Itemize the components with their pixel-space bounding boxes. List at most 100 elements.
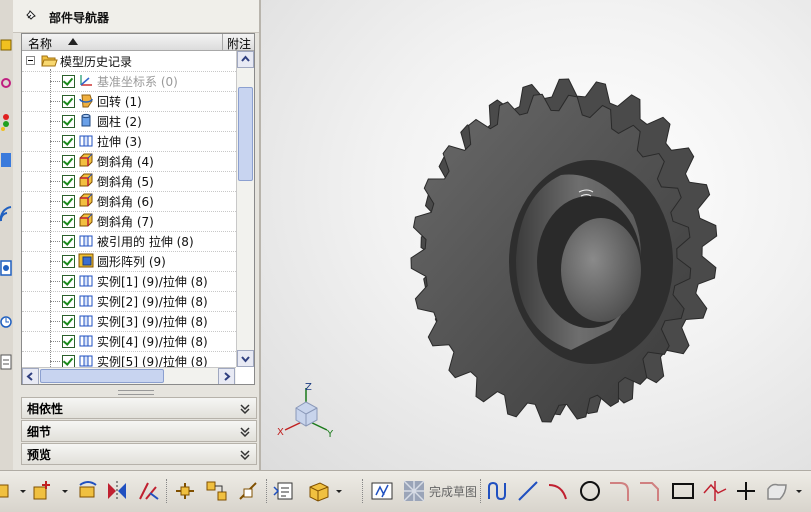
attachment-column-header[interactable]: 附注 <box>227 35 251 52</box>
line-icon[interactable] <box>516 479 540 503</box>
reattach-icon[interactable] <box>272 479 298 503</box>
tree-row-6[interactable]: 倒斜角 (6) <box>22 191 236 212</box>
feature-tree[interactable]: 名称 附注 模型历史记录 基准坐标系 (0) 回转 (1) 圆柱 (2) 拉伸 … <box>21 33 255 385</box>
chamfer-icon <box>79 193 93 207</box>
sketch-name-icon[interactable] <box>370 479 396 503</box>
column-header: 名称 附注 <box>22 34 254 51</box>
sketch-icon[interactable] <box>0 479 18 503</box>
polygon-icon[interactable] <box>702 479 728 503</box>
chamfer-icon <box>79 213 93 227</box>
studio-spline-icon[interactable] <box>764 479 790 503</box>
collapse-icon[interactable] <box>26 56 35 65</box>
chamfer-curve-icon[interactable] <box>638 479 662 503</box>
point-icon[interactable] <box>734 479 758 503</box>
revolve-icon <box>79 94 93 108</box>
extrude-icon <box>79 315 93 327</box>
tree-row-2[interactable]: 圆柱 (2) <box>22 111 236 132</box>
dropdown-arrow-icon[interactable] <box>60 479 70 503</box>
finish-sketch-icon[interactable] <box>402 479 426 503</box>
add-component-icon[interactable] <box>30 479 56 503</box>
dropdown-arrow-icon[interactable] <box>794 479 804 503</box>
chevron-down-icon[interactable] <box>238 447 252 461</box>
profile-icon[interactable] <box>486 479 510 503</box>
history-tab-icon[interactable] <box>0 258 12 278</box>
visibility-checkbox[interactable] <box>62 195 75 208</box>
pin-icon[interactable] <box>25 9 37 21</box>
chamfer-icon <box>79 153 93 167</box>
dropdown-arrow-icon[interactable] <box>334 479 344 503</box>
visibility-checkbox[interactable] <box>62 255 75 268</box>
tree-row-13[interactable]: 实例[4] (9)/拉伸 (8) <box>22 331 236 352</box>
horizontal-scroll-thumb[interactable] <box>40 369 164 383</box>
visibility-checkbox[interactable] <box>62 295 75 308</box>
vertical-scroll-thumb[interactable] <box>238 87 253 181</box>
display-constraints-icon[interactable] <box>236 479 260 503</box>
visibility-checkbox[interactable] <box>62 315 75 328</box>
panel-splitter[interactable] <box>118 390 154 395</box>
system-materials-tab-icon[interactable] <box>0 312 12 332</box>
visibility-checkbox[interactable] <box>62 355 75 367</box>
visibility-checkbox[interactable] <box>62 135 75 148</box>
create-inferred-constraints-icon[interactable] <box>306 479 332 503</box>
visibility-checkbox[interactable] <box>62 115 75 128</box>
auto-constrain-icon[interactable] <box>204 479 230 503</box>
visibility-checkbox[interactable] <box>62 175 75 188</box>
visibility-checkbox[interactable] <box>62 155 75 168</box>
tree-row-label: 实例[4] (9)/拉伸 (8) <box>97 335 208 349</box>
view-triad[interactable]: Z X Y <box>277 382 334 440</box>
visibility-checkbox[interactable] <box>62 275 75 288</box>
tree-row-4[interactable]: 倒斜角 (4) <box>22 151 236 172</box>
chevron-down-icon[interactable] <box>238 424 252 438</box>
tree-row-12[interactable]: 实例[3] (9)/拉伸 (8) <box>22 311 236 332</box>
visibility-checkbox[interactable] <box>62 235 75 248</box>
tree-row-8[interactable]: 被引用的 拉伸 (8) <box>22 231 236 252</box>
trim-curve-icon[interactable] <box>136 479 160 503</box>
tree-row-5[interactable]: 倒斜角 (5) <box>22 171 236 192</box>
details-section[interactable]: 细节 <box>21 420 257 442</box>
graphics-viewport[interactable]: Z X Y <box>261 0 811 470</box>
scroll-up-icon[interactable] <box>237 51 254 68</box>
tree-row-10[interactable]: 实例[1] (9)/拉伸 (8) <box>22 271 236 292</box>
rectangle-icon[interactable] <box>670 479 696 503</box>
horizontal-scrollbar[interactable] <box>22 367 236 384</box>
constraint-icon[interactable] <box>172 479 198 503</box>
reuse-library-tab-icon[interactable] <box>0 150 12 170</box>
cylinder-icon <box>81 113 91 127</box>
dependencies-section[interactable]: 相依性 <box>21 397 257 419</box>
vertical-scrollbar[interactable] <box>236 51 254 367</box>
mirror-curve-icon[interactable] <box>104 479 130 503</box>
tree-row-3[interactable]: 拉伸 (3) <box>22 131 236 152</box>
tree-row-11[interactable]: 实例[2] (9)/拉伸 (8) <box>22 291 236 312</box>
name-column-label: 名称 <box>28 37 53 51</box>
assembly-navigator-tab-icon[interactable] <box>0 74 12 94</box>
roles-tab-icon[interactable] <box>0 352 12 372</box>
fillet-icon[interactable] <box>608 479 632 503</box>
name-column-header[interactable]: 名称 <box>22 34 223 51</box>
sprocket-model[interactable]: Z X Y <box>261 0 811 470</box>
tree-row-label: 倒斜角 (4) <box>97 155 154 169</box>
chevron-down-icon[interactable] <box>238 401 252 415</box>
arc-icon[interactable] <box>546 479 570 503</box>
visibility-checkbox[interactable] <box>62 75 75 88</box>
tree-row-7[interactable]: 倒斜角 (7) <box>22 211 236 232</box>
tree-row-14[interactable]: 实例[5] (9)/拉伸 (8) <box>22 351 236 367</box>
scroll-right-icon[interactable] <box>218 368 235 385</box>
scroll-left-icon[interactable] <box>22 368 39 385</box>
preview-section[interactable]: 预览 <box>21 443 257 465</box>
part-navigator-tab-icon[interactable] <box>0 36 12 56</box>
dropdown-arrow-icon[interactable] <box>18 479 28 503</box>
tree-root-row[interactable]: 模型历史记录 <box>22 51 236 72</box>
visibility-checkbox[interactable] <box>62 95 75 108</box>
visibility-checkbox[interactable] <box>62 215 75 228</box>
tree-row-1[interactable]: 回转 (1) <box>22 91 236 112</box>
scroll-down-icon[interactable] <box>237 350 254 367</box>
tree-row-0[interactable]: 基准坐标系 (0) <box>22 71 236 92</box>
circle-icon[interactable] <box>578 479 602 503</box>
web-browser-tab-icon[interactable] <box>0 203 12 223</box>
extrude-icon <box>79 355 93 367</box>
tree-row-9[interactable]: 圆形阵列 (9) <box>22 251 236 272</box>
visibility-checkbox[interactable] <box>62 335 75 348</box>
offset-curve-icon[interactable] <box>76 479 100 503</box>
finish-sketch-button[interactable]: 完成草图 <box>429 483 477 500</box>
constraint-navigator-tab-icon[interactable] <box>0 112 12 132</box>
